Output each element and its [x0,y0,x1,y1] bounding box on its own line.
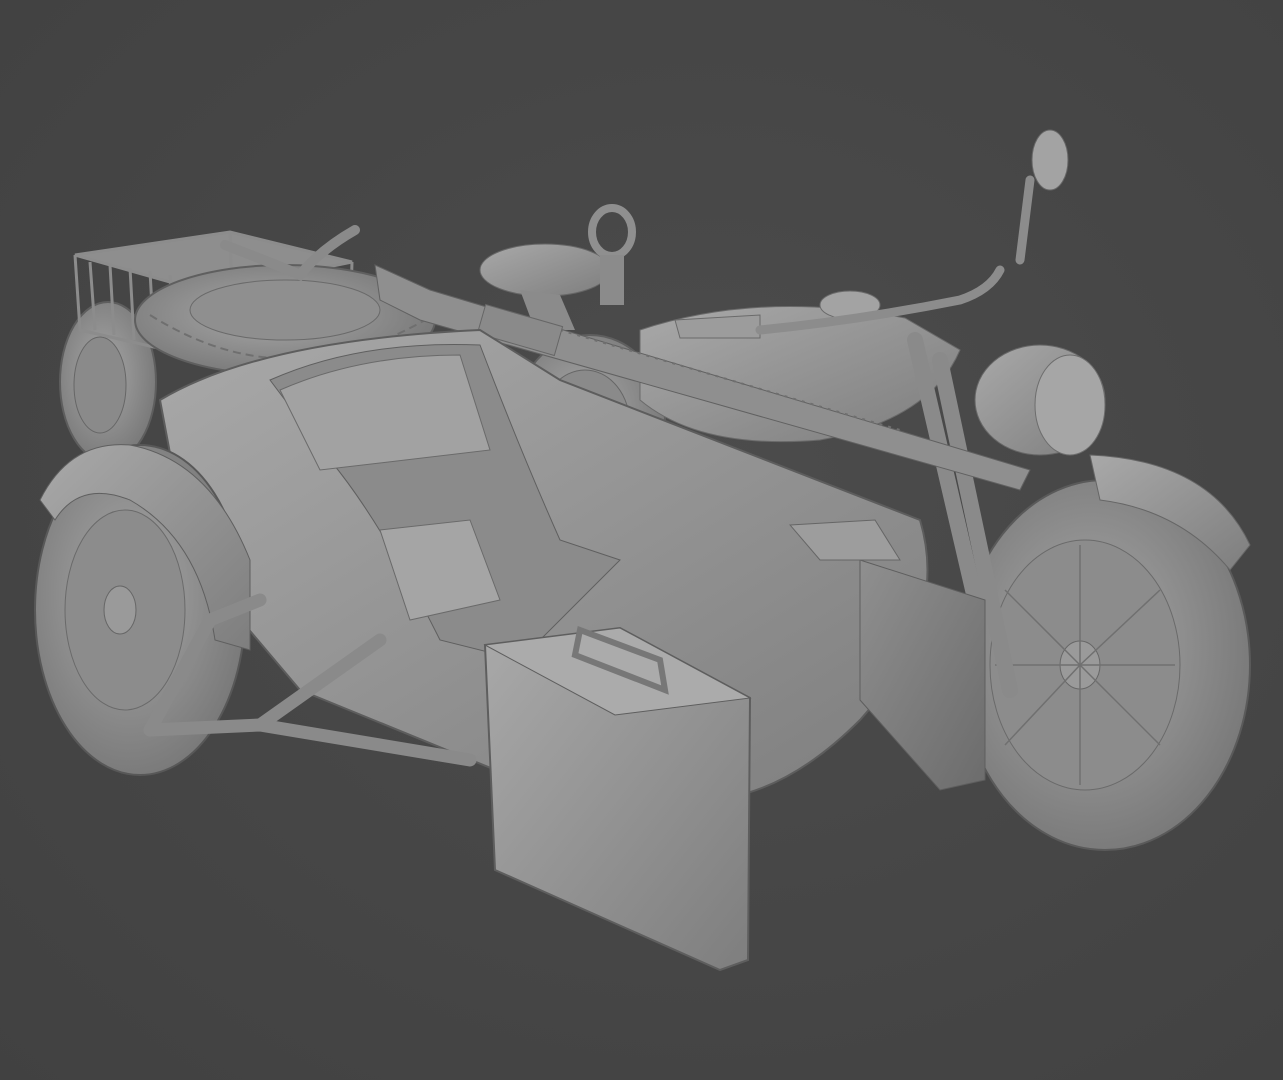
ammo-box-front [483,625,752,972]
headlight [974,344,1106,456]
mirror [1031,129,1069,191]
clay-render [34,129,1251,972]
render-viewport [0,0,1283,1080]
